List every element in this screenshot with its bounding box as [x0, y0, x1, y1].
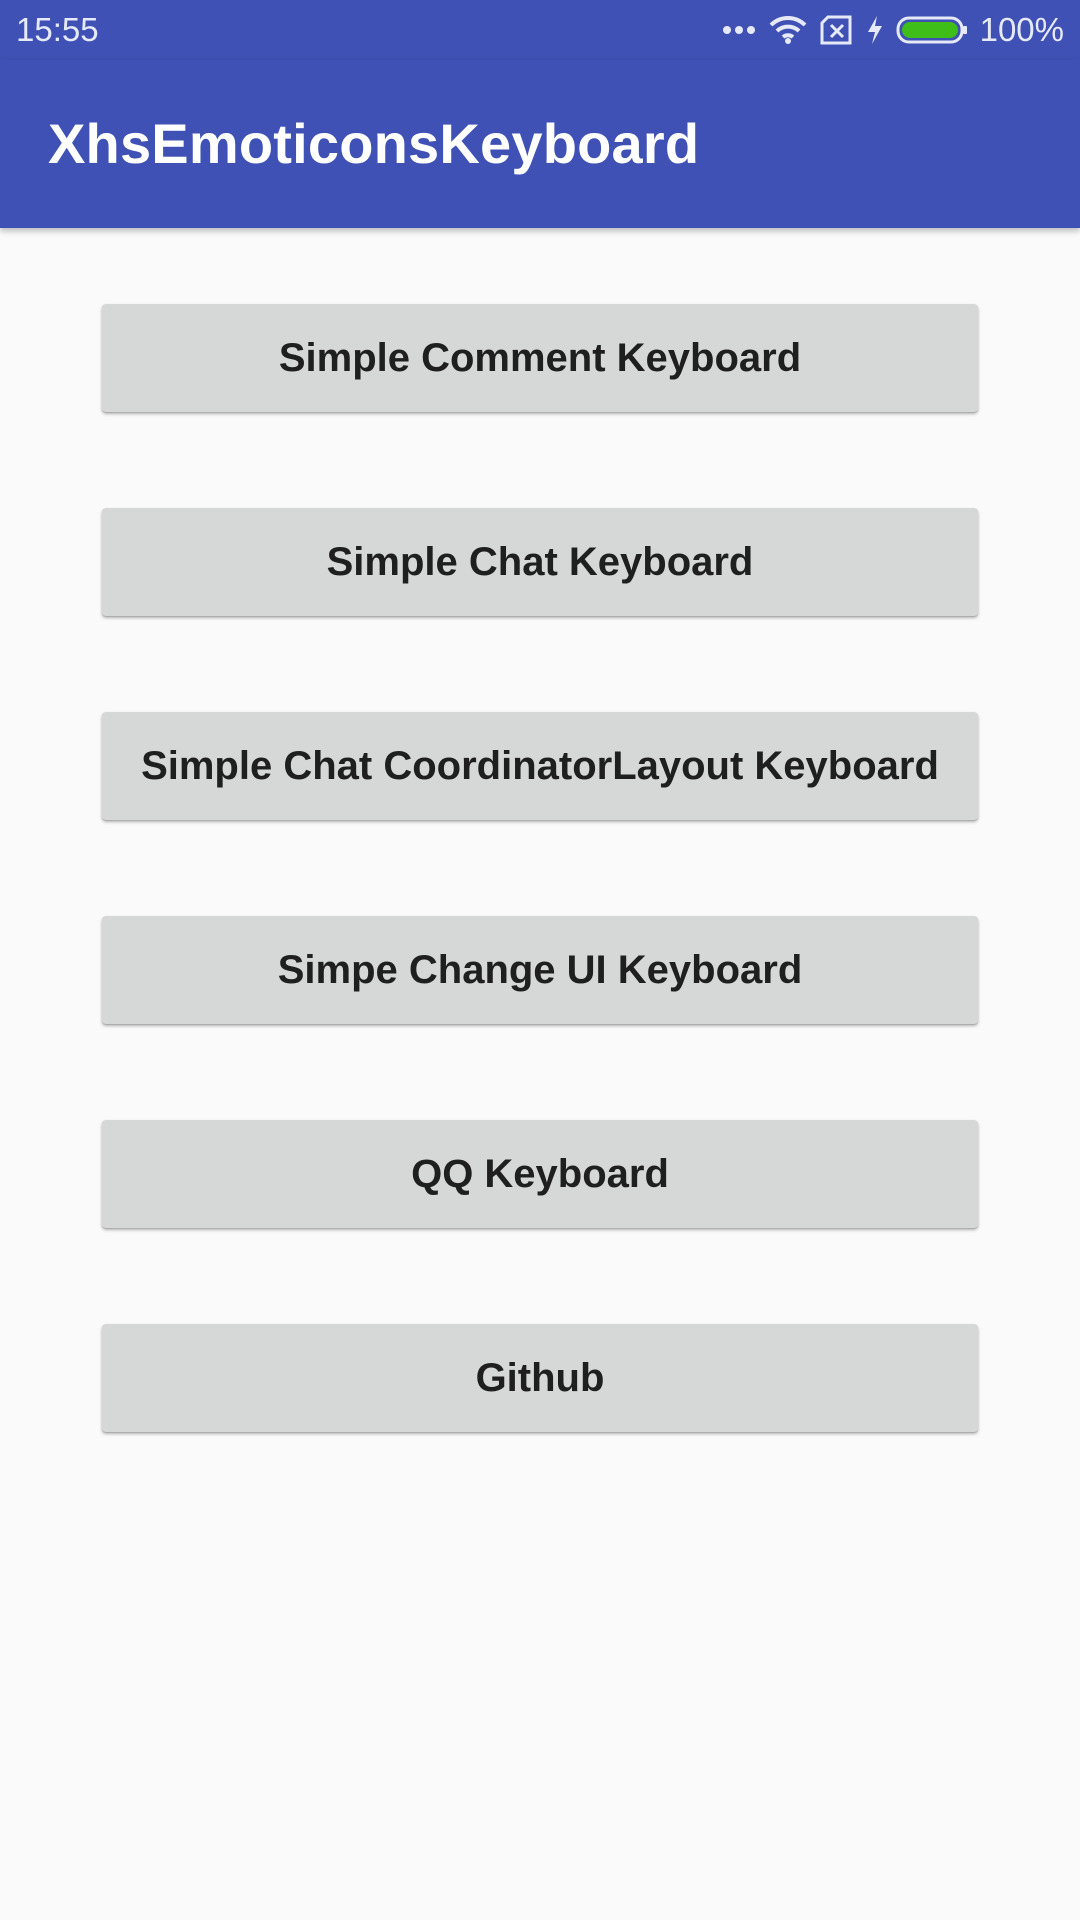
button-list: Simple Comment Keyboard Simple Chat Keyb…	[0, 0, 1080, 1920]
simple-chat-keyboard-button[interactable]: Simple Chat Keyboard	[102, 508, 978, 616]
github-button[interactable]: Github	[102, 1324, 978, 1432]
simple-comment-keyboard-button[interactable]: Simple Comment Keyboard	[102, 304, 978, 412]
simpe-change-ui-keyboard-button[interactable]: Simpe Change UI Keyboard	[102, 916, 978, 1024]
qq-keyboard-button[interactable]: QQ Keyboard	[102, 1120, 978, 1228]
simple-chat-coordinatorlayout-keyboard-button[interactable]: Simple Chat CoordinatorLayout Keyboard	[102, 712, 978, 820]
